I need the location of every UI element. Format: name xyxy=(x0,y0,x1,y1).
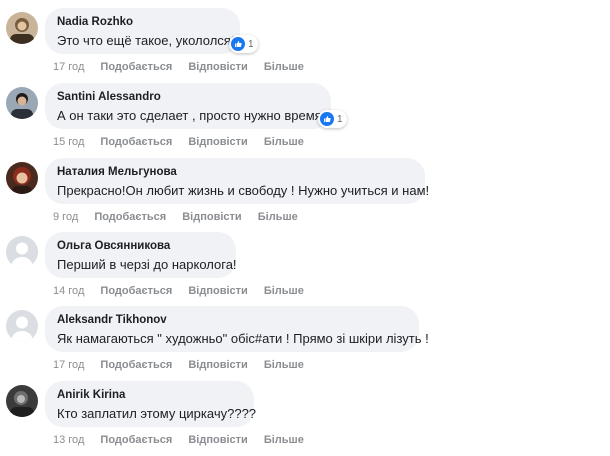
comment-item: Наталия Мельгунова Прекрасно!Он любит жи… xyxy=(0,158,610,232)
more-button[interactable]: Більше xyxy=(258,211,298,223)
avatar[interactable] xyxy=(6,87,38,119)
avatar[interactable] xyxy=(6,12,38,44)
reaction-count: 1 xyxy=(248,38,254,50)
more-button[interactable]: Більше xyxy=(264,285,304,297)
comment-actions: 17 год Подобається Відповісти Більше xyxy=(53,60,317,74)
comment-bubble: Наталия Мельгунова Прекрасно!Он любит жи… xyxy=(45,158,430,204)
comment-timestamp[interactable]: 15 год xyxy=(53,136,84,148)
comment-timestamp[interactable]: 17 год xyxy=(53,61,84,73)
comment-author[interactable]: Nadia Rozhko xyxy=(57,15,228,29)
avatar[interactable] xyxy=(6,162,38,194)
more-button[interactable]: Більше xyxy=(264,136,304,148)
reaction-count: 1 xyxy=(337,113,343,125)
comment-item: Anirik Kirina Кто заплатил этому циркачу… xyxy=(0,381,610,455)
more-button[interactable]: Більше xyxy=(264,359,304,371)
comment-text: Прекрасно!Он любит жизнь и свободу ! Нуж… xyxy=(57,183,430,198)
like-button[interactable]: Подобається xyxy=(100,61,172,73)
reply-button[interactable]: Відповісти xyxy=(188,136,247,148)
comment-author[interactable]: Anirik Kirina xyxy=(57,388,242,402)
like-button[interactable]: Подобається xyxy=(100,434,172,446)
like-button[interactable]: Подобається xyxy=(100,285,172,297)
comment-item: Santini Alessandro А он таки это сделает… xyxy=(0,83,610,157)
comment-actions: 9 год Подобається Відповісти Більше xyxy=(53,210,311,224)
avatar-placeholder[interactable] xyxy=(6,236,38,268)
comment-text: Як намагаються " художньо" обіс#ати ! Пр… xyxy=(57,331,429,346)
comment-author[interactable]: Ольга Овсянникова xyxy=(57,239,224,253)
reply-button[interactable]: Відповісти xyxy=(182,211,241,223)
reply-button[interactable]: Відповісти xyxy=(188,434,247,446)
more-button[interactable]: Більше xyxy=(264,434,304,446)
comment-text: Кто заплатил этому циркачу???? xyxy=(57,406,257,421)
comment-bubble: Santini Alessandro А он таки это сделает… xyxy=(45,83,331,129)
comment-timestamp[interactable]: 13 год xyxy=(53,434,84,446)
reply-button[interactable]: Відповісти xyxy=(188,61,247,73)
comment-timestamp[interactable]: 17 год xyxy=(53,359,84,371)
comment-actions: 13 год Подобається Відповісти Більше xyxy=(53,433,317,447)
avatar[interactable] xyxy=(6,385,38,417)
more-button[interactable]: Більше xyxy=(264,61,304,73)
reply-button[interactable]: Відповісти xyxy=(188,285,247,297)
like-button[interactable]: Подобається xyxy=(100,136,172,148)
comment-text: А он таки это сделает , просто нужно вре… xyxy=(57,108,329,123)
comment-bubble: Nadia Rozhko Это что ещё такое, укололся… xyxy=(45,8,240,54)
comment-item: Ольга Овсянникова Перший в черзі до нарк… xyxy=(0,232,610,306)
comment-bubble: Aleksandr Tikhonov Як намагаються " худо… xyxy=(45,306,429,352)
comment-author[interactable]: Santini Alessandro xyxy=(57,90,319,104)
reply-button[interactable]: Відповісти xyxy=(188,359,247,371)
comment-item: Aleksandr Tikhonov Як намагаються " худо… xyxy=(0,306,610,380)
like-button[interactable]: Подобається xyxy=(94,211,166,223)
comment-author[interactable]: Aleksandr Tikhonov xyxy=(57,313,407,327)
comment-actions: 15 год Подобається Відповісти Більше xyxy=(53,135,317,149)
reaction-badge[interactable]: 1 xyxy=(318,110,347,128)
comment-item: Nadia Rozhko Это что ещё такое, укололся… xyxy=(0,8,610,82)
comment-actions: 17 год Подобається Відповісти Більше xyxy=(53,358,317,372)
like-button[interactable]: Подобається xyxy=(100,359,172,371)
comment-timestamp[interactable]: 14 год xyxy=(53,285,84,297)
comment-author[interactable]: Наталия Мельгунова xyxy=(57,165,413,179)
comment-timestamp[interactable]: 9 год xyxy=(53,211,78,223)
comment-actions: 14 год Подобається Відповісти Більше xyxy=(53,284,317,298)
comment-bubble: Anirik Kirina Кто заплатил этому циркачу… xyxy=(45,381,257,427)
like-icon xyxy=(231,37,245,51)
comment-text: Перший в черзі до нарколога! xyxy=(57,257,237,272)
reaction-badge[interactable]: 1 xyxy=(229,35,258,53)
comment-text: Это что ещё такое, укололся? xyxy=(57,33,239,48)
comment-bubble: Ольга Овсянникова Перший в черзі до нарк… xyxy=(45,232,237,278)
like-icon xyxy=(320,112,334,126)
avatar-placeholder[interactable] xyxy=(6,310,38,342)
